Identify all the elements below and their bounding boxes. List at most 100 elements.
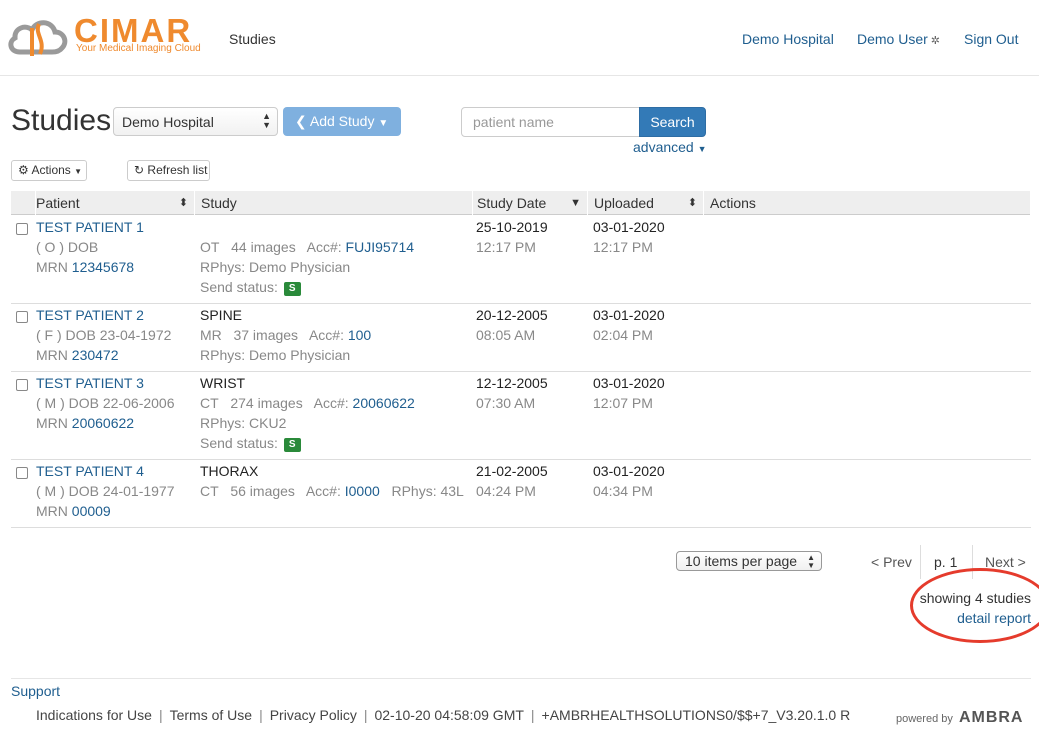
- mrn-label: MRN: [36, 415, 68, 431]
- patient-cell: TEST PATIENT 4 ( M ) DOB 24-01-1977 MRN …: [36, 461, 175, 521]
- uploaded-cell: 03-01-2020 12:07 PM: [593, 373, 665, 413]
- support-link[interactable]: Support: [11, 683, 60, 699]
- upload-time: 12:17 PM: [593, 239, 653, 255]
- modality: OT: [200, 239, 220, 255]
- modality: CT: [200, 483, 219, 499]
- patient-name-link[interactable]: TEST PATIENT 4: [36, 461, 175, 481]
- study-date-cell: 25-10-2019 12:17 PM: [476, 217, 548, 257]
- referring-physician: RPhys: 43L: [391, 483, 464, 499]
- gear-icon: ✲: [930, 35, 941, 47]
- sort-icon: ⬍: [687, 197, 697, 209]
- powered-by: powered by AMBRA: [896, 709, 1023, 727]
- patient-header-label: Patient: [36, 195, 80, 211]
- study-date: 12-12-2005: [476, 375, 548, 391]
- mrn-link[interactable]: 00009: [72, 503, 111, 519]
- highlight-annotation-circle: [910, 568, 1039, 643]
- study-date-cell: 21-02-2005 04:24 PM: [476, 461, 548, 501]
- mrn-link[interactable]: 230472: [72, 347, 119, 363]
- footer-links: Indications for Use | Terms of Use | Privacy…: [36, 707, 851, 723]
- caret-down-icon: ▼: [378, 118, 389, 129]
- privacy-link[interactable]: Privacy Policy: [270, 707, 357, 723]
- items-per-page-select[interactable]: 10 items per page ▲ ▼: [676, 551, 822, 571]
- patient-demographics: ( O ) DOB: [36, 239, 99, 255]
- study-date-header-label: Study Date: [477, 195, 547, 211]
- logo-wordmark: CIMAR: [74, 12, 193, 49]
- actions-dropdown-button[interactable]: ⚙ Actions ▼: [11, 160, 87, 181]
- server-timestamp: 02-10-20 04:58:09 GMT: [374, 707, 524, 723]
- accession-label: Acc#:: [306, 239, 342, 255]
- table-row: TEST PATIENT 1 ( O ) DOB MRN 12345678 OT…: [11, 216, 1031, 304]
- send-status-badge[interactable]: S: [283, 282, 301, 296]
- logo-tagline: Your Medical Imaging Cloud: [76, 43, 201, 54]
- referring-physician: RPhys: CKU2: [200, 415, 287, 431]
- accession-link[interactable]: 100: [348, 327, 371, 343]
- patient-demographics: ( F ) DOB 23-04-1972: [36, 327, 172, 343]
- accession-link[interactable]: I0000: [345, 483, 380, 499]
- study-time: 07:30 AM: [476, 395, 536, 411]
- refresh-list-button[interactable]: ↻ Refresh list: [127, 160, 210, 181]
- study-cell: WRIST CT 274 images Acc#: 20060622 RPhys…: [200, 373, 415, 453]
- terms-link[interactable]: Terms of Use: [170, 707, 252, 723]
- column-header-study-date[interactable]: Study Date ▼: [471, 191, 588, 215]
- advanced-search-link[interactable]: advanced ▼: [633, 139, 707, 155]
- study-time: 04:24 PM: [476, 483, 536, 499]
- upload-time: 12:07 PM: [593, 395, 653, 411]
- table-row: TEST PATIENT 2 ( F ) DOB 23-04-1972 MRN …: [11, 304, 1031, 372]
- study-description: THORAX: [200, 463, 259, 479]
- study-time: 08:05 AM: [476, 327, 536, 343]
- mrn-link[interactable]: 12345678: [72, 259, 134, 275]
- mrn-label: MRN: [36, 503, 68, 519]
- study-time: 12:17 PM: [476, 239, 536, 255]
- nav-hospital-link[interactable]: Demo Hospital: [742, 31, 834, 47]
- indications-link[interactable]: Indications for Use: [36, 707, 152, 723]
- accession-link[interactable]: FUJI95714: [346, 239, 414, 255]
- row-checkbox[interactable]: [16, 311, 28, 323]
- accession-link[interactable]: 20060622: [353, 395, 415, 411]
- column-header-study[interactable]: Study: [195, 191, 473, 215]
- hospital-select-value: Demo Hospital: [122, 114, 214, 130]
- patient-demographics: ( M ) DOB 22-06-2006: [36, 395, 175, 411]
- study-description: WRIST: [200, 375, 246, 391]
- patient-name-link[interactable]: TEST PATIENT 1: [36, 217, 144, 237]
- uploaded-header-label: Uploaded: [594, 195, 654, 211]
- table-row: TEST PATIENT 4 ( M ) DOB 24-01-1977 MRN …: [11, 460, 1031, 528]
- search-input[interactable]: [461, 107, 640, 137]
- referring-physician: RPhys: Demo Physician: [200, 259, 351, 275]
- modality: CT: [200, 395, 219, 411]
- accession-label: Acc#:: [305, 483, 341, 499]
- study-date: 20-12-2005: [476, 307, 548, 323]
- search-button[interactable]: Search: [639, 107, 706, 137]
- user-name: Demo User: [857, 31, 928, 47]
- gear-icon: ⚙: [18, 163, 29, 177]
- add-study-button[interactable]: ❮ Add Study ▼: [283, 107, 401, 136]
- hospital-select[interactable]: Demo Hospital ▲ ▼: [113, 107, 278, 136]
- nav-user-menu[interactable]: Demo User ✲: [857, 31, 940, 47]
- cimar-logo[interactable]: CIMAR Your Medical Imaging Cloud: [6, 12, 206, 62]
- send-status-label: Send status:: [200, 279, 278, 295]
- sort-icon: ⬍: [178, 197, 188, 209]
- current-page: p. 1: [934, 554, 958, 570]
- nav-studies-link[interactable]: Studies: [229, 31, 276, 47]
- study-date-cell: 20-12-2005 08:05 AM: [476, 305, 548, 345]
- patient-name-link[interactable]: TEST PATIENT 3: [36, 373, 175, 393]
- row-checkbox[interactable]: [16, 467, 28, 479]
- patient-name-link[interactable]: TEST PATIENT 2: [36, 305, 171, 325]
- column-header-patient[interactable]: Patient ⬍: [30, 191, 195, 215]
- prev-page-link[interactable]: < Prev: [871, 554, 912, 570]
- cloud-logo-icon: [8, 20, 68, 56]
- study-cell: SPINE MR 37 images Acc#: 100 RPhys: Demo…: [200, 305, 371, 365]
- patient-cell: TEST PATIENT 2 ( F ) DOB 23-04-1972 MRN …: [36, 305, 171, 365]
- sign-out-link[interactable]: Sign Out: [964, 31, 1018, 47]
- row-checkbox[interactable]: [16, 223, 28, 235]
- column-header-uploaded[interactable]: Uploaded ⬍: [588, 191, 704, 215]
- mrn-link[interactable]: 20060622: [72, 415, 134, 431]
- upload-date: 03-01-2020: [593, 219, 665, 235]
- advanced-label: advanced: [633, 139, 694, 155]
- row-checkbox[interactable]: [16, 379, 28, 391]
- refresh-label: Refresh list: [147, 163, 208, 177]
- image-count: 274 images: [230, 395, 303, 411]
- referring-physician: RPhys: Demo Physician: [200, 347, 351, 363]
- accession-label: Acc#:: [313, 395, 349, 411]
- powered-by-label: powered by: [896, 713, 953, 725]
- send-status-badge[interactable]: S: [283, 438, 301, 452]
